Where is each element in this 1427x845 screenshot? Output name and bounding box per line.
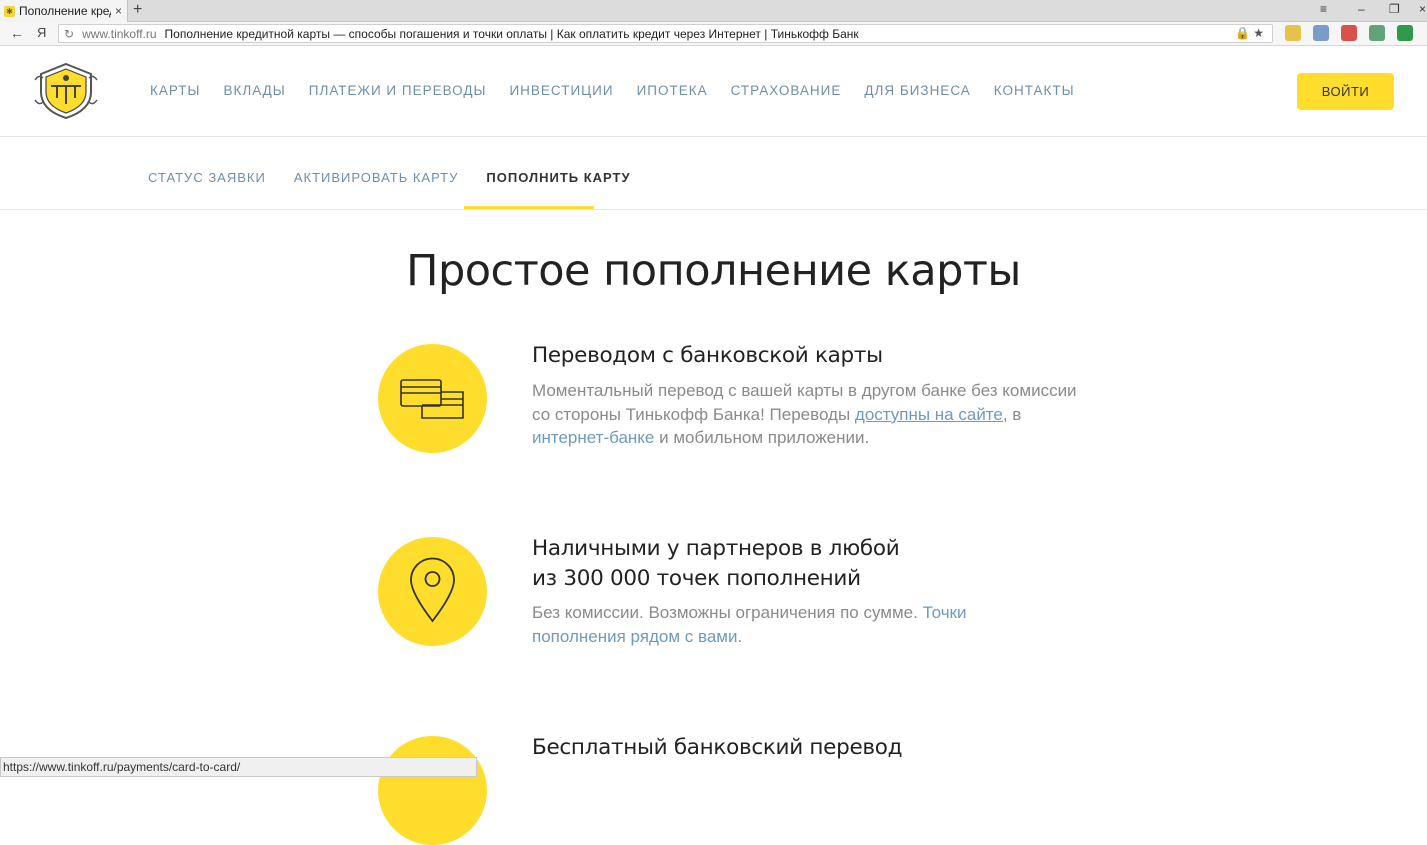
url-field[interactable]: ↻ www.tinkoff.ru Пополнение кредитной ка… xyxy=(58,24,1273,43)
new-tab-button[interactable]: + xyxy=(133,1,142,19)
url-domain: www.tinkoff.ru xyxy=(82,26,157,41)
nav-deposits[interactable]: ВКЛАДЫ xyxy=(223,83,285,98)
nav-insurance[interactable]: СТРАХОВАНИЕ xyxy=(731,83,842,98)
adblock-extension-icon[interactable] xyxy=(1397,25,1413,41)
login-button[interactable]: ВОЙТИ xyxy=(1297,73,1394,110)
browser-status-url: https://www.tinkoff.ru/payments/card-to-… xyxy=(0,757,477,777)
nav-cards[interactable]: КАРТЫ xyxy=(150,83,200,98)
browser-tabbar: ✱ Пополнение кредитной карты — способы п… xyxy=(0,0,1427,22)
item-card-transfer-text: Моментальный перевод с вашей карты в дру… xyxy=(532,381,1077,447)
sync-extension-icon[interactable] xyxy=(1369,25,1385,41)
translate-extension-icon[interactable] xyxy=(1341,25,1357,41)
nav-mortgage[interactable]: ИПОТЕКА xyxy=(637,83,708,98)
nav-payments[interactable]: ПЛАТЕЖИ И ПЕРЕВОДЫ xyxy=(309,83,487,98)
header-divider xyxy=(0,136,1427,137)
lock-star-icons[interactable]: 🔒 ★ xyxy=(1235,26,1264,40)
tinkoff-logo-icon[interactable] xyxy=(33,60,99,122)
map-pin-circle xyxy=(378,537,487,646)
item-cash-title: Наличными у партнеров в любой из 300 000… xyxy=(532,536,900,591)
item-cash-text: Без комиссии. Возможны ограничения по су… xyxy=(532,603,967,646)
browser-address-bar: ← Я ↻ www.tinkoff.ru Пополнение кредитно… xyxy=(0,22,1427,46)
nav-business[interactable]: ДЛЯ БИЗНЕСА xyxy=(864,83,970,98)
bank-transfer-circle xyxy=(378,736,487,845)
page-title: Простое пополнение карты xyxy=(406,246,1021,296)
subnav-divider xyxy=(0,209,1427,210)
mail-extension-icon[interactable] xyxy=(1313,25,1329,41)
window-close-icon[interactable]: × xyxy=(1419,2,1426,16)
cards-circle xyxy=(378,344,487,453)
url-page-title: Пополнение кредитной карты — способы пог… xyxy=(164,26,859,41)
restore-icon[interactable]: ❐ xyxy=(1389,2,1400,16)
yandex-icon[interactable]: Я xyxy=(37,25,46,40)
back-arrow-icon[interactable]: ← xyxy=(10,25,24,41)
nav-contacts[interactable]: КОНТАКТЫ xyxy=(994,83,1075,98)
browser-tab[interactable]: ✱ Пополнение кредитной карты — способы п… xyxy=(0,0,128,22)
minimize-icon[interactable]: – xyxy=(1358,2,1365,16)
map-pin-icon xyxy=(410,557,455,623)
link-internet-bank[interactable]: интернет-банке xyxy=(532,428,654,447)
nav-investments[interactable]: ИНВЕСТИЦИИ xyxy=(509,83,613,98)
reload-icon[interactable]: ↻ xyxy=(64,27,74,41)
tinkoff-favicon-icon: ✱ xyxy=(4,5,15,17)
link-available-on-site[interactable]: доступны на сайте xyxy=(855,405,1003,424)
browser-menu-icon[interactable]: ≡ xyxy=(1320,2,1327,16)
weather-extension-icon[interactable] xyxy=(1285,25,1301,41)
tab-close-icon[interactable]: × xyxy=(115,4,122,18)
tab-title: Пополнение кредитной карты — способы пог… xyxy=(19,4,111,18)
sub-navigation: СТАТУС ЗАЯВКИ АКТИВИРОВАТЬ КАРТУ ПОПОЛНИ… xyxy=(148,170,659,185)
item-bank-transfer-title: Бесплатный банковский перевод xyxy=(532,735,903,760)
subnav-activate-card[interactable]: АКТИВИРОВАТЬ КАРТУ xyxy=(294,170,459,185)
credit-cards-icon xyxy=(400,379,464,419)
item-card-transfer-title: Переводом с банковской карты xyxy=(532,343,883,368)
subnav-top-up-card[interactable]: ПОПОЛНИТЬ КАРТУ xyxy=(486,170,630,185)
subnav-application-status[interactable]: СТАТУС ЗАЯВКИ xyxy=(148,170,266,185)
main-navigation: КАРТЫ ВКЛАДЫ ПЛАТЕЖИ И ПЕРЕВОДЫ ИНВЕСТИЦ… xyxy=(150,83,1098,98)
